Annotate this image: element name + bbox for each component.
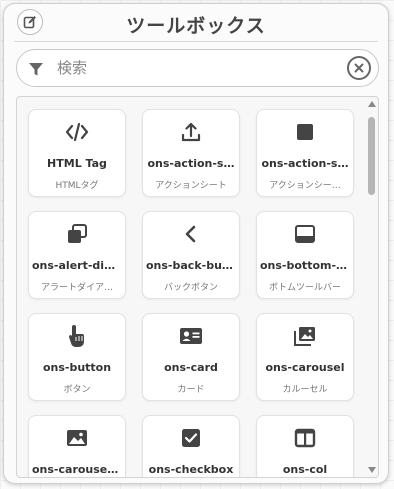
component-card[interactable]: ons-card カード [142,313,240,401]
search-input[interactable] [57,57,307,79]
scroll-down-arrow-icon[interactable] [368,467,376,473]
component-name: ons-button [42,361,112,374]
checkbox-icon [182,429,200,447]
upload-icon [181,122,201,142]
square-icon [297,124,313,140]
component-name: ons-card [164,361,218,374]
columns-icon [294,428,316,448]
component-card[interactable]: ons-button ボタン [28,313,126,401]
vertical-scrollbar[interactable] [366,97,378,477]
component-card[interactable]: ons-checkbox [142,415,240,477]
photo-library-icon [294,327,315,346]
scrollbar-thumb[interactable] [368,117,375,195]
component-subtitle: ボタン [63,385,91,395]
component-name: HTML Tag [47,157,107,170]
component-name: ons-alert-dia… [32,259,122,272]
bottom-toolbar-icon [295,225,315,243]
component-subtitle: バックボタン [163,283,218,293]
image-icon [67,430,87,446]
component-name: ons-action-s… [261,157,349,170]
component-name: ons-carousel… [32,463,122,476]
stacked-cards-icon [68,224,87,243]
component-subtitle: カード [177,385,205,395]
component-card[interactable]: ons-alert-dia… アラートダイア… [28,211,126,299]
component-subtitle: カルーセル [282,385,328,395]
clear-circle-icon [354,63,364,73]
component-card[interactable]: ons-action-s… アクションシー… [256,109,354,197]
component-name: ons-carousel [265,361,345,374]
component-subtitle: アラートダイア… [40,283,113,293]
scroll-up-arrow-icon[interactable] [368,101,376,107]
component-subtitle: ボトムツールバー [268,283,341,293]
toolbox-panel: ツールボックス HTML Tag HTMLタグ [3,3,389,484]
search-bar [16,49,379,87]
component-subtitle: アクションシート [155,181,227,191]
code-icon [65,122,89,142]
component-name: ons-back-but… [146,259,236,272]
chevron-left-icon [185,225,196,243]
component-card[interactable]: ons-carousel カルーセル [256,313,354,401]
component-name: ons-action-s… [147,157,235,170]
id-card-icon [180,328,202,344]
component-card[interactable]: ons-back-but… バックボタン [142,211,240,299]
header-divider [14,41,378,42]
component-name: ons-bottom-t… [260,259,350,272]
component-card[interactable]: ons-col [256,415,354,477]
component-name: ons-col [282,463,328,476]
component-card[interactable]: ons-bottom-t… ボトムツールバー [256,211,354,299]
component-card[interactable]: HTML Tag HTMLタグ [28,109,126,197]
clear-button[interactable] [347,56,371,80]
filter-icon[interactable] [28,61,44,77]
component-subtitle: アクションシー… [269,181,341,191]
touch-icon [69,325,84,347]
page-title: ツールボックス [126,15,266,37]
component-list[interactable]: HTML Tag HTMLタグ ons-action-s… アクションシート o… [16,96,379,478]
component-grid: HTML Tag HTMLタグ ons-action-s… アクションシート o… [17,97,367,477]
component-subtitle: HTMLタグ [55,181,99,191]
toolbox-header: ツールボックス [4,4,388,42]
component-card[interactable]: ons-action-s… アクションシート [142,109,240,197]
component-card[interactable]: ons-carousel… [28,415,126,477]
component-name: ons-checkbox [148,463,234,476]
